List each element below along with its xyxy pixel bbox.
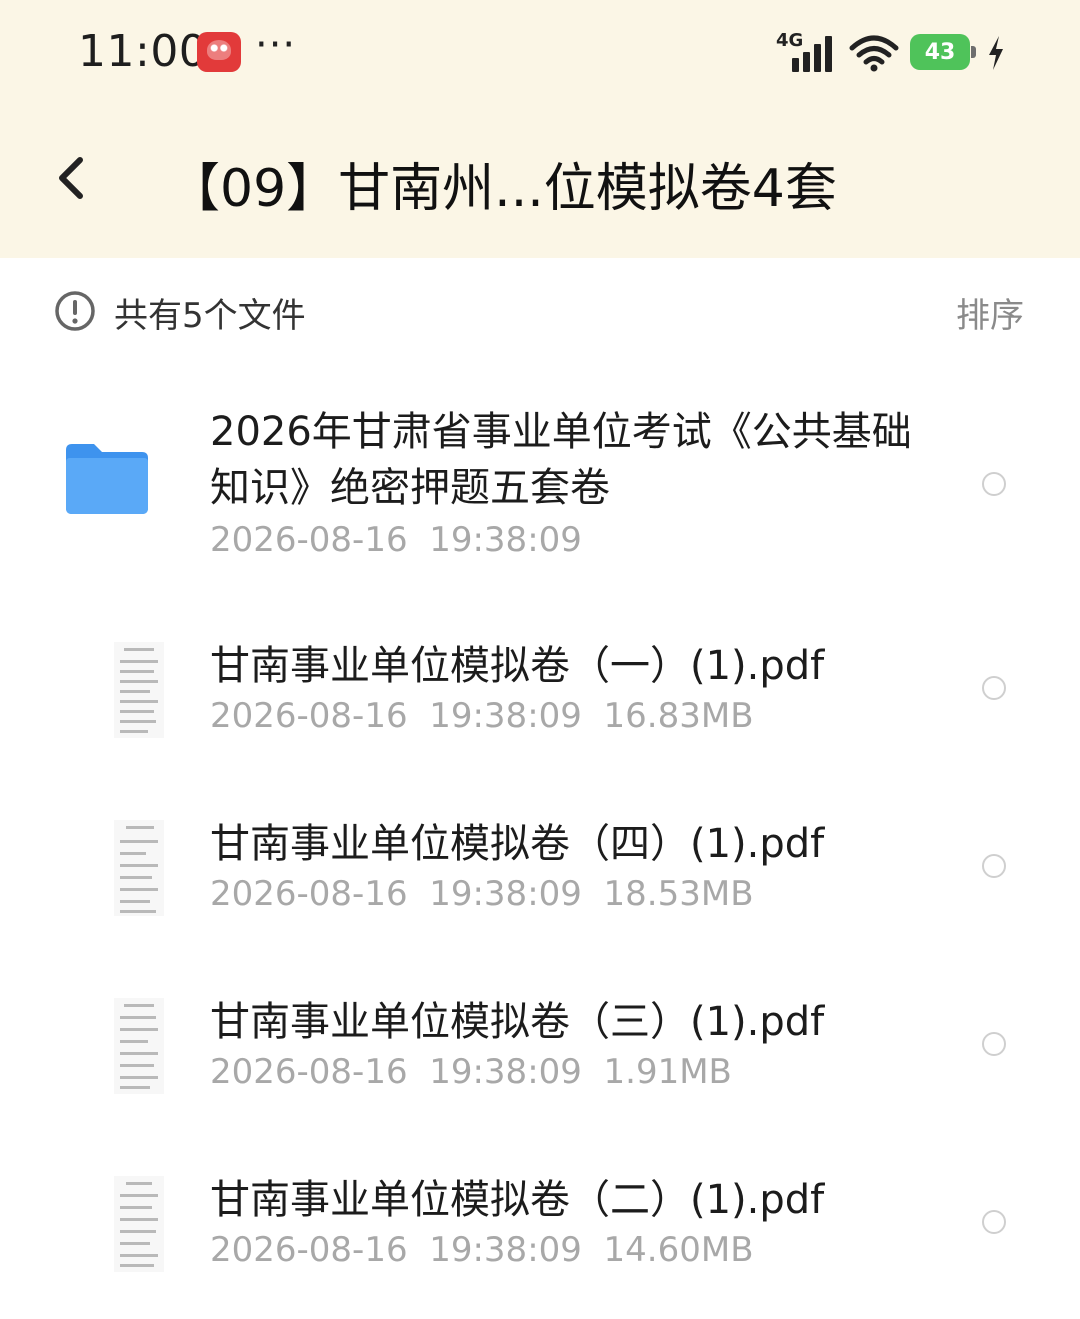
file-meta: 2026-08-16 19:38:09 [210,520,582,560]
battery-icon: 43 [910,34,978,70]
file-name: 甘南事业单位模拟卷（四）(1).pdf [210,821,825,867]
select-radio[interactable] [982,676,1006,700]
file-list-item-pdf[interactable]: 甘南事业单位模拟卷（三）(1).pdf 2026-08-16 19:38:09 … [0,986,1080,1106]
battery-level: 43 [910,34,970,70]
file-browser-screen: 11:00 ··· 4G 43 【09】甘南州...位模拟卷4套 共有5个文件 … [0,0,1080,1319]
title-bar: 【09】甘南州...位模拟卷4套 [0,130,1080,230]
summary-row: 共有5个文件 排序 [0,280,1080,344]
back-arrow-icon[interactable] [52,152,92,204]
file-meta: 2026-08-16 19:38:09 16.83MB [210,696,754,736]
more-notifications-icon: ··· [255,22,297,68]
wifi-icon [849,35,899,72]
page-title: 【09】甘南州...位模拟卷4套 [168,159,837,219]
select-radio[interactable] [982,854,1006,878]
status-bar: 11:00 ··· 4G 43 [0,0,1080,110]
info-icon [55,291,95,331]
file-name: 甘南事业单位模拟卷（三）(1).pdf [210,999,825,1045]
pdf-thumbnail-icon [114,820,164,916]
file-list-item-folder[interactable]: 2026年甘肃省事业单位考试《公共基础知识》绝密押题五套卷 2026-08-16… [0,390,1080,580]
select-radio[interactable] [982,1032,1006,1056]
header: 11:00 ··· 4G 43 【09】甘南州...位模拟卷4套 [0,0,1080,258]
file-meta: 2026-08-16 19:38:09 14.60MB [210,1230,754,1270]
app-notification-icon [197,32,241,72]
file-list-item-pdf[interactable]: 甘南事业单位模拟卷（一）(1).pdf 2026-08-16 19:38:09 … [0,630,1080,750]
charging-bolt-icon [989,36,1003,70]
file-meta: 2026-08-16 19:38:09 1.91MB [210,1052,732,1092]
file-list-item-pdf[interactable]: 甘南事业单位模拟卷（四）(1).pdf 2026-08-16 19:38:09 … [0,808,1080,928]
file-meta: 2026-08-16 19:38:09 18.53MB [210,874,754,914]
select-radio[interactable] [982,472,1006,496]
file-count-label: 共有5个文件 [114,296,306,336]
file-name: 2026年甘肃省事业单位考试《公共基础知识》绝密押题五套卷 [210,409,912,511]
file-list-item-pdf[interactable]: 甘南事业单位模拟卷（二）(1).pdf 2026-08-16 19:38:09 … [0,1164,1080,1284]
cell-signal-icon [792,36,832,72]
status-time: 11:00 [78,26,208,77]
file-name: 甘南事业单位模拟卷（二）(1).pdf [210,1177,825,1223]
pdf-thumbnail-icon [114,642,164,738]
pdf-thumbnail-icon [114,1176,164,1272]
folder-icon [66,444,148,514]
file-name: 甘南事业单位模拟卷（一）(1).pdf [210,643,825,689]
pdf-thumbnail-icon [114,998,164,1094]
sort-button[interactable]: 排序 [956,288,1024,337]
select-radio[interactable] [982,1210,1006,1234]
